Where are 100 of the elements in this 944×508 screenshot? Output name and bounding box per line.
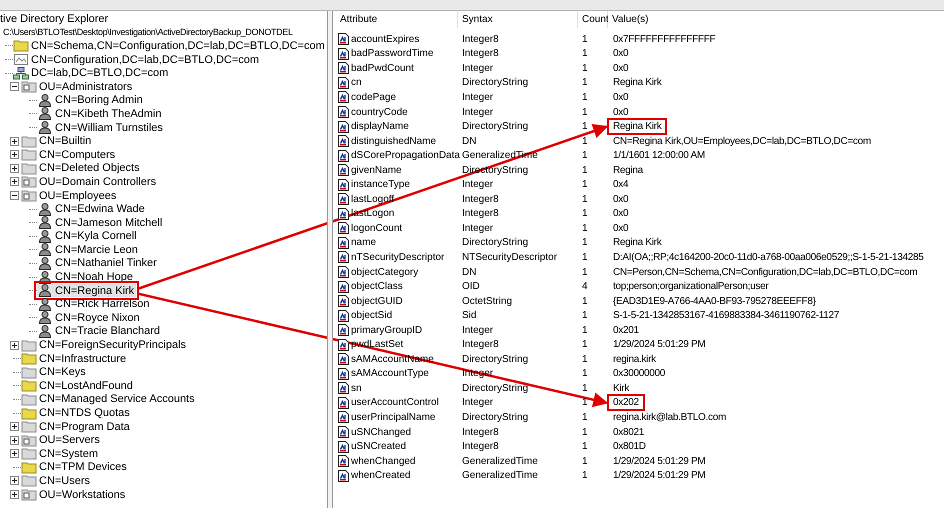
tree-item[interactable]: CN=Computers: [21, 148, 118, 162]
attribute-icon: [338, 353, 349, 366]
tree-item[interactable]: CN=Kyla Cornell: [37, 230, 139, 243]
attribute-icon: [338, 178, 349, 191]
attribute-icon: [338, 382, 349, 394]
tree-item[interactable]: CN=Regina Kirk: [37, 284, 136, 298]
user-icon: [37, 256, 53, 270]
syntax-text: OID: [462, 281, 480, 292]
tree-item[interactable]: CN=Keys: [21, 366, 88, 379]
tree-item[interactable]: CN=LostAndFound: [21, 379, 135, 392]
attribute-icon: [338, 251, 349, 264]
folder-icon: [21, 134, 37, 148]
expand-toggle[interactable]: [10, 164, 19, 173]
folder-icon: [21, 148, 37, 162]
count-text: 1: [582, 48, 588, 60]
collapse-toggle[interactable]: [10, 191, 19, 200]
syntax-text: Integer: [462, 222, 494, 234]
expand-toggle[interactable]: [10, 476, 19, 486]
tree-item[interactable]: CN=William Turnstiles: [37, 121, 165, 134]
tree-item[interactable]: CN=Configuration,DC=lab,DC=BTLO,DC=com: [13, 53, 262, 66]
tree-item[interactable]: CN=ForeignSecurityPrincipals: [21, 338, 188, 352]
value-text: 0x0: [612, 62, 630, 75]
tree-item[interactable]: CN=System: [21, 447, 100, 460]
tree-item[interactable]: CN=Tracie Blanchard: [37, 324, 162, 338]
expand-toggle[interactable]: [10, 150, 19, 160]
tree-item[interactable]: DC=lab,DC=BTLO,DC=com: [13, 66, 170, 80]
count-text: 1: [582, 237, 588, 248]
syntax-text: DirectoryString: [462, 354, 528, 365]
folder-icon: [21, 474, 37, 488]
syntax-text: Integer: [462, 106, 494, 118]
attribute-icon: [338, 91, 349, 104]
tree-item[interactable]: OU=Domain Controllers: [21, 175, 158, 188]
expand-toggle[interactable]: [10, 136, 19, 146]
value-text: CN=Person,CN=Schema,CN=Configuration,DC=lab,DC=BTLO,DC=com: [612, 266, 918, 279]
attribute-name: sAMAccountType: [351, 368, 429, 380]
tree-item[interactable]: CN=Royce Nixon: [37, 311, 142, 324]
count-text: 1: [582, 106, 588, 118]
tree-item[interactable]: CN=Infrastructure: [21, 352, 128, 366]
expand-toggle[interactable]: [10, 177, 19, 186]
tree-item[interactable]: CN=TPM Devices: [21, 460, 129, 474]
tree-item[interactable]: CN=Edwina Wade: [37, 202, 147, 216]
tree-item[interactable]: CN=Program Data: [21, 420, 132, 434]
tree-item[interactable]: CN=Nathaniel Tinker: [37, 256, 159, 270]
folder-path-label[interactable]: C:\Users\BTLOTest\Desktop\Investigation\ActiveDirectoryBackup_DONOTDEL: [0, 27, 293, 38]
attribute-name: uSNChanged: [351, 426, 412, 438]
tree-item[interactable]: OU=Administrators: [21, 80, 134, 94]
count-text: 1: [582, 310, 588, 322]
value-text: 0x0: [612, 207, 630, 220]
expand-toggle[interactable]: [10, 449, 19, 458]
attribute-name: cn: [351, 77, 362, 88]
collapse-toggle[interactable]: [10, 82, 19, 92]
tree-item[interactable]: CN=Schema,CN=Configuration,DC=lab,DC=BTLO,DC=com: [13, 39, 327, 52]
attribute-icon: [338, 266, 349, 278]
syntax-text: DirectoryString: [462, 237, 528, 248]
tree-item[interactable]: CN=Deleted Objects: [21, 162, 142, 175]
tree-item[interactable]: CN=Jameson Mitchell: [37, 216, 164, 230]
tree-item[interactable]: CN=Users: [21, 474, 92, 488]
attribute-icon: [338, 411, 349, 424]
count-text: 1: [582, 208, 588, 220]
attribute-icon: [338, 368, 349, 380]
count-text: 1: [582, 92, 588, 103]
attribute-name: codePage: [351, 92, 396, 103]
tree-item[interactable]: OU=Employees: [21, 189, 118, 202]
count-text: 1: [582, 194, 588, 205]
tree-item[interactable]: CN=Builtin: [21, 134, 94, 148]
folder-icon: [21, 80, 37, 94]
syntax-text: DN: [462, 136, 476, 147]
folder-icon: [13, 39, 29, 52]
expand-toggle[interactable]: [10, 340, 19, 350]
attribute-icon: [338, 310, 349, 322]
attribute-name: givenName: [351, 164, 402, 176]
tree-item[interactable]: CN=NTDS Quotas: [21, 406, 132, 420]
expand-toggle[interactable]: [10, 490, 19, 500]
tree-item[interactable]: CN=Marcie Leon: [37, 243, 140, 256]
attribute-name: primaryGroupID: [351, 324, 422, 336]
tree-item[interactable]: CN=Kibeth TheAdmin: [37, 107, 164, 120]
syntax-text: DN: [462, 266, 476, 278]
value-text: 0x4: [612, 178, 630, 192]
document-icon: [13, 53, 29, 66]
value-text: Kirk: [612, 382, 630, 395]
attribute-name: objectCategory: [351, 266, 418, 278]
tree-root-label[interactable]: tive Directory Explorer: [0, 12, 108, 25]
folder-icon: [21, 406, 37, 420]
expand-toggle[interactable]: [10, 422, 19, 432]
attribute-icon: [338, 208, 349, 220]
user-icon: [37, 202, 53, 216]
tree-item[interactable]: CN=Managed Service Accounts: [21, 392, 197, 406]
tree-item[interactable]: OU=Workstations: [21, 488, 128, 502]
tree-item[interactable]: OU=Servers: [21, 434, 102, 447]
count-text: 1: [582, 456, 588, 467]
user-icon: [37, 94, 53, 107]
folder-icon: [21, 379, 37, 392]
attribute-name: lastLogoff: [351, 194, 394, 205]
tree-item[interactable]: CN=Rick Harrelson: [37, 298, 152, 311]
folder-icon: [21, 488, 37, 502]
expand-toggle[interactable]: [10, 436, 19, 445]
tree-item[interactable]: CN=Boring Admin: [37, 94, 145, 107]
attribute-icon: [338, 396, 349, 409]
folder-icon: [21, 460, 37, 474]
folder-icon: [21, 189, 37, 202]
